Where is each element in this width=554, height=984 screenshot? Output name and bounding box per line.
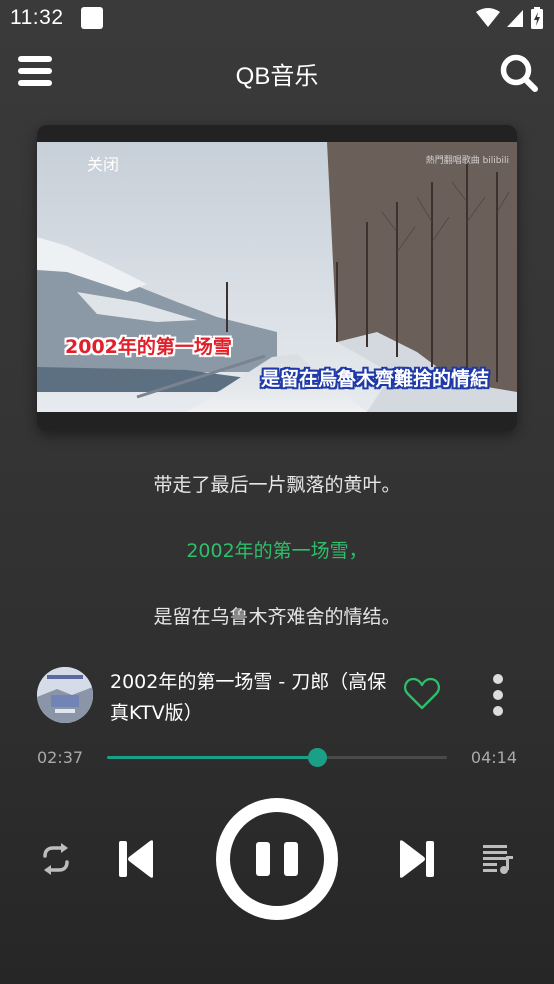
heart-outline-icon[interactable] [403,677,441,711]
pause-icon[interactable] [216,798,338,920]
video-subtitle-red: 2002年的第一场雪 [65,336,232,358]
battery-charging-icon [531,7,543,29]
notification-app-icon [81,7,103,29]
top-bar: QB音乐 [0,42,554,102]
album-cover-art [37,667,93,723]
video-subtitle-blue: 是留在烏魯木齊難捨的情結 [260,368,489,390]
skip-previous-icon[interactable] [117,838,155,880]
lyric-next-line: 是留在乌鲁木齐难舍的情结。 [153,606,401,628]
status-bar: 11:32 [0,0,554,38]
mv-video-card[interactable]: 关闭 熱門翻唱歌曲 bilibili 2002年的第一场雪 是留在烏魯木齊難捨的… [37,125,517,431]
status-time: 11:32 [10,6,64,29]
album-cover[interactable] [37,667,93,723]
progress-fill [107,756,318,759]
total-time: 04:14 [470,748,517,767]
progress-thumb[interactable] [308,748,328,767]
app-title: QB音乐 [235,63,319,90]
wifi-icon [476,8,500,27]
playlist-icon[interactable] [481,842,515,876]
repeat-icon[interactable] [37,840,75,878]
search-icon[interactable] [498,52,540,94]
current-time: 02:37 [37,748,84,767]
more-vertical-icon[interactable] [488,674,508,716]
lyric-previous-line: 带走了最后一片飘落的黄叶。 [153,474,401,496]
skip-next-icon[interactable] [398,838,436,880]
video-watermark: 熱門翻唱歌曲 bilibili [425,156,509,166]
now-playing-title: 2002年的第一场雪 - 刀郎（高保真KTV版） [110,671,387,724]
video-close-button[interactable]: 关闭 [87,151,119,175]
progress-slider[interactable] [107,748,447,767]
cell-signal-icon [507,10,523,27]
lyric-current-line: 2002年的第一场雪， [186,540,368,562]
status-icons [476,7,544,29]
